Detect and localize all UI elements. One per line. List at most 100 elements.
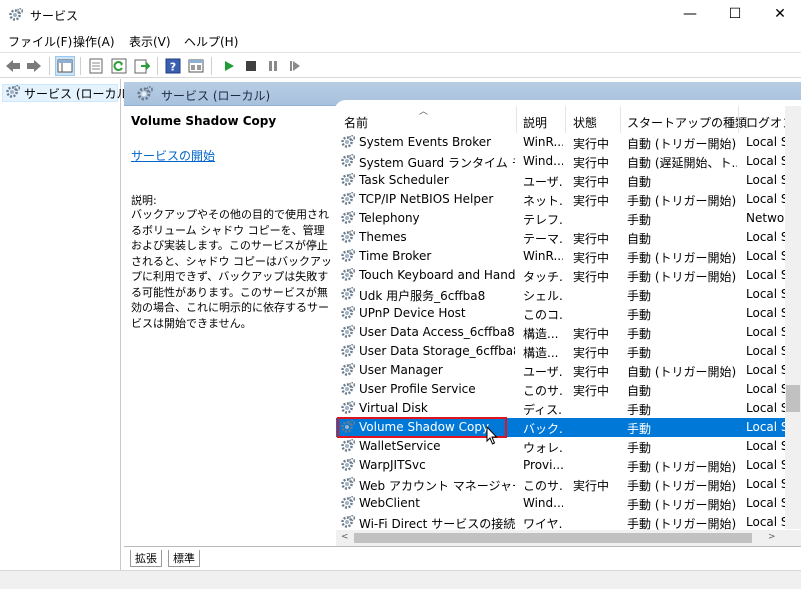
service-row[interactable]: Web アカウント マネージャーこのサ...実行中手動 (トリガー開始)Loca… — [336, 475, 801, 494]
start-service-link[interactable]: サービスの開始 — [131, 147, 215, 164]
service-name: WebClient — [359, 496, 420, 510]
service-row[interactable]: TCP/IP NetBIOS Helper ネット... 実行中 手動 (トリガー開始… — [336, 190, 801, 209]
close-button[interactable]: ✕ — [757, 0, 801, 30]
service-row[interactable]: User Profile Serviceこのサ...実行中自動Local S — [336, 380, 801, 399]
tab-standard[interactable]: 標準 — [168, 550, 200, 567]
stop-service-icon[interactable] — [241, 56, 261, 76]
service-startup-type: 手動 (トリガー開始) — [627, 479, 737, 493]
mmc-console-icon[interactable] — [186, 56, 206, 76]
vertical-scrollbar[interactable] — [785, 106, 801, 529]
service-startup-type: 自動 — [627, 232, 652, 246]
svg-text:?: ? — [170, 61, 176, 74]
services-list: ︿ 名前 説明 状態 スタートアップの種類 ログオン System Events… — [336, 106, 801, 546]
service-startup-type: 手動 — [627, 422, 652, 436]
service-name: Udk 用户服务_6cffba8 — [359, 289, 486, 303]
service-name: TCP/IP NetBIOS Helper — [359, 192, 494, 206]
minimize-button[interactable]: — — [667, 0, 713, 30]
scroll-left-arrow-icon[interactable]: < — [341, 532, 349, 542]
service-description: WinR... — [523, 135, 563, 149]
start-service-icon[interactable] — [219, 56, 239, 76]
console-tree-icon[interactable] — [55, 56, 75, 76]
service-description: ユーザ... — [523, 175, 563, 189]
service-row[interactable]: User Managerユーザ...実行中自動 (トリガー開始)Local S — [336, 361, 801, 380]
pause-service-icon[interactable] — [263, 56, 283, 76]
forward-arrow-icon[interactable] — [24, 56, 44, 76]
export-list-icon[interactable] — [132, 56, 152, 76]
service-status: 実行中 — [573, 175, 610, 189]
service-status: 実行中 — [573, 156, 610, 170]
title-bar: サービス — ☐ ✕ — [0, 0, 801, 30]
service-row[interactable]: Volume Shadow Copyバック...手動Local S — [336, 417, 801, 438]
column-status[interactable]: 状態 — [573, 114, 597, 131]
service-status: 実行中 — [573, 194, 610, 208]
tree-item-label: サービス (ローカル) — [24, 86, 134, 101]
description-label: 説明: — [131, 194, 157, 207]
service-description: ネット... — [523, 194, 563, 208]
service-name: Telephony — [359, 211, 420, 225]
horizontal-scroll-thumb[interactable] — [354, 533, 752, 543]
help-icon[interactable]: ? — [163, 56, 183, 76]
column-startup-type[interactable]: スタートアップの種類 — [627, 114, 747, 131]
service-startup-type: 手動 — [627, 327, 652, 341]
description-text: バックアップやその他の目的で使用されるボリューム シャドウ コピーを、管理および… — [131, 208, 333, 330]
menu-view[interactable]: 表示(V) — [129, 33, 171, 50]
service-name: WarpJITSvc — [359, 458, 426, 472]
tree-item-services-local[interactable]: サービス (ローカル) — [2, 84, 133, 103]
service-row[interactable]: Touch Keyboard and Hand... タッチ... 実行中 手動 (ト… — [336, 266, 801, 285]
service-startup-type: 自動 (遅延開始、ト... — [627, 156, 737, 170]
main-pane: サービス (ローカル) Volume Shadow Copy サービスの開始 説… — [124, 79, 801, 570]
properties-icon[interactable] — [86, 56, 106, 76]
service-description: ユーザ... — [523, 365, 563, 379]
restart-service-icon[interactable] — [285, 56, 305, 76]
menu-action[interactable]: 操作(A) — [73, 33, 115, 50]
service-description: WinR... — [523, 249, 563, 263]
console-tree: サービス (ローカル) — [0, 79, 133, 570]
back-arrow-icon[interactable] — [3, 56, 23, 76]
column-name[interactable]: 名前 — [344, 114, 368, 131]
services-gear-icon — [5, 84, 21, 103]
column-description[interactable]: 説明 — [523, 114, 547, 131]
service-startup-type: 自動 — [627, 384, 652, 398]
service-description: シェル... — [523, 289, 563, 303]
service-row[interactable]: Task Schedulerユーザ...実行中自動Local S — [336, 171, 801, 190]
service-gear-icon — [340, 229, 356, 245]
service-description: 構造... — [523, 346, 559, 360]
service-gear-icon — [340, 172, 356, 188]
vertical-scroll-thumb[interactable] — [786, 385, 800, 412]
service-row[interactable]: UPnP Device Hostこのコ...手動Local S — [336, 304, 801, 323]
service-row[interactable]: System Events Broker WinR... 実行中 自動 (トリガー開始… — [336, 133, 801, 152]
refresh-icon[interactable] — [109, 56, 129, 76]
service-description: このコ... — [523, 308, 563, 322]
service-row[interactable]: Time Broker WinR... 実行中 手動 (トリガー開始) Local S — [336, 247, 801, 266]
service-gear-icon — [340, 305, 356, 321]
service-row[interactable]: Themesテーマ...実行中自動Local S — [336, 228, 801, 247]
service-row[interactable]: Virtual Diskディス...手動Local S — [336, 399, 801, 418]
service-startup-type: 手動 (トリガー開始) — [627, 251, 737, 265]
menu-file[interactable]: ファイル(F) — [8, 33, 72, 50]
service-description: このサ... — [523, 384, 563, 398]
service-name: Web アカウント マネージャー — [359, 479, 515, 493]
service-status: 実行中 — [573, 479, 610, 493]
service-row[interactable]: Telephonyテレフ...手動Networ — [336, 209, 801, 228]
service-row[interactable]: WalletServiceウォレ...手動Local S — [336, 437, 801, 456]
service-row[interactable]: System Guard ランタイム モニ... Wind... 実行中 自動 (遅延… — [336, 152, 801, 171]
service-row[interactable]: WarpJITSvc Provi... 手動 (トリガー開始) Local S — [336, 456, 801, 475]
highlight-outline — [337, 417, 507, 438]
service-startup-type: 自動 — [627, 175, 652, 189]
service-row[interactable]: User Data Storage_6cffba8 構造... 実行中 手動 Local… — [336, 342, 801, 361]
service-row[interactable]: User Data Access_6cffba8 構造... 実行中 手動 Local … — [336, 323, 801, 342]
window-title: サービス — [30, 9, 79, 23]
service-row[interactable]: Udk 用户服务_6cffba8シェル...手動Local S — [336, 285, 801, 304]
horizontal-scrollbar[interactable]: < > — [336, 530, 801, 546]
service-description: ウォレ... — [523, 441, 563, 455]
tab-extended[interactable]: 拡張 — [130, 550, 162, 567]
service-name: Themes — [359, 230, 407, 244]
maximize-button[interactable]: ☐ — [712, 0, 758, 30]
service-name: User Profile Service — [359, 382, 476, 396]
column-headers: ︿ 名前 説明 状態 スタートアップの種類 ログオン — [336, 106, 801, 133]
service-status: 実行中 — [573, 384, 610, 398]
service-gear-icon — [340, 514, 356, 530]
menu-help[interactable]: ヘルプ(H) — [184, 33, 238, 50]
scroll-right-arrow-icon[interactable]: > — [768, 532, 776, 542]
service-row[interactable]: WebClient Wind... 手動 (トリガー開始) Local S — [336, 494, 801, 513]
